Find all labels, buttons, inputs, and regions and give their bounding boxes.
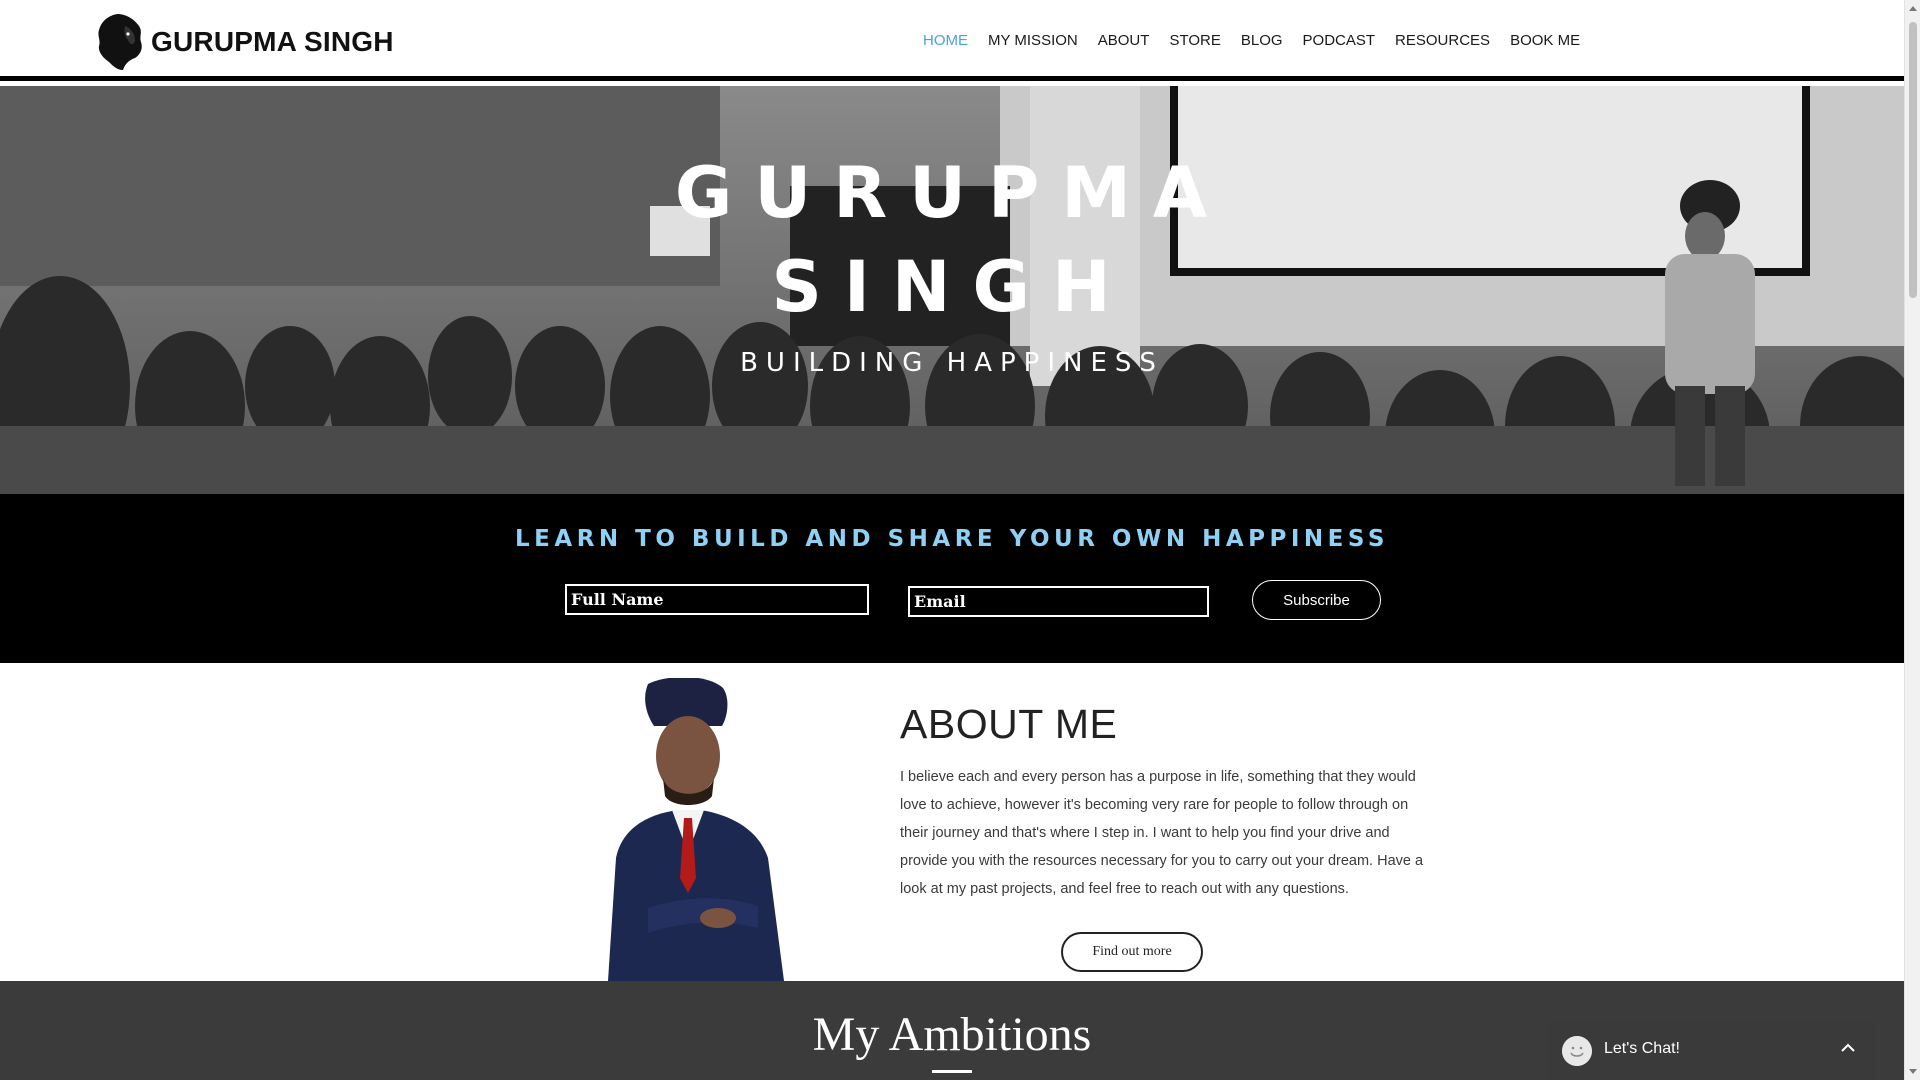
nav-home[interactable]: HOME [923,32,968,49]
chat-widget[interactable]: Let's Chat! [1546,1020,1876,1080]
portrait-image [608,678,784,981]
chat-label[interactable]: Let's Chat! [1604,1040,1680,1058]
brand-name[interactable]: GURUPMA SINGH [151,26,394,58]
nav-about[interactable]: ABOUT [1098,32,1150,49]
subscribe-button[interactable]: Subscribe [1252,580,1381,620]
hero-title-line2: SINGH [771,246,1133,328]
subscribe-section: LEARN TO BUILD AND SHARE YOUR OWN HAPPIN… [0,494,1904,663]
scroll-thumb[interactable] [1909,22,1917,298]
scroll-down-arrow-icon[interactable] [1909,1069,1917,1074]
chevron-up-icon[interactable] [1838,1038,1858,1058]
about-title: ABOUT ME [900,701,1118,747]
nav-my-mission[interactable]: MY MISSION [988,32,1078,49]
lion-logo-icon[interactable] [95,12,145,72]
about-section: ABOUT ME I believe each and every person… [0,663,1904,981]
main-nav: HOME MY MISSION ABOUT STORE BLOG PODCAST… [923,32,1600,49]
page-scrollbar[interactable] [1904,0,1920,1080]
nav-blog[interactable]: BLOG [1241,32,1283,49]
page: GURUPMA SINGH HOME MY MISSION ABOUT STOR… [0,0,1920,1080]
nav-store[interactable]: STORE [1169,32,1220,49]
find-out-more-button[interactable]: Find out more [1061,932,1203,972]
nav-resources[interactable]: RESOURCES [1395,32,1490,49]
site-header: GURUPMA SINGH HOME MY MISSION ABOUT STOR… [0,0,1904,81]
ambitions-divider [932,1070,972,1073]
nav-podcast[interactable]: PODCAST [1303,32,1376,49]
hero-subtitle: BUILDING HAPPINESS [740,348,1164,378]
chat-avatar-icon [1562,1036,1592,1066]
email-input[interactable] [908,586,1209,617]
nav-book-me[interactable]: BOOK ME [1510,32,1580,49]
about-text: I believe each and every person has a pu… [900,769,1424,897]
scroll-up-arrow-icon[interactable] [1909,6,1917,11]
subscribe-heading: LEARN TO BUILD AND SHARE YOUR OWN HAPPIN… [515,526,1389,552]
full-name-input[interactable] [565,584,869,615]
hero-title-line1: GURUPMA [674,152,1230,234]
hero-banner: GURUPMA SINGH BUILDING HAPPINESS [0,86,1904,494]
